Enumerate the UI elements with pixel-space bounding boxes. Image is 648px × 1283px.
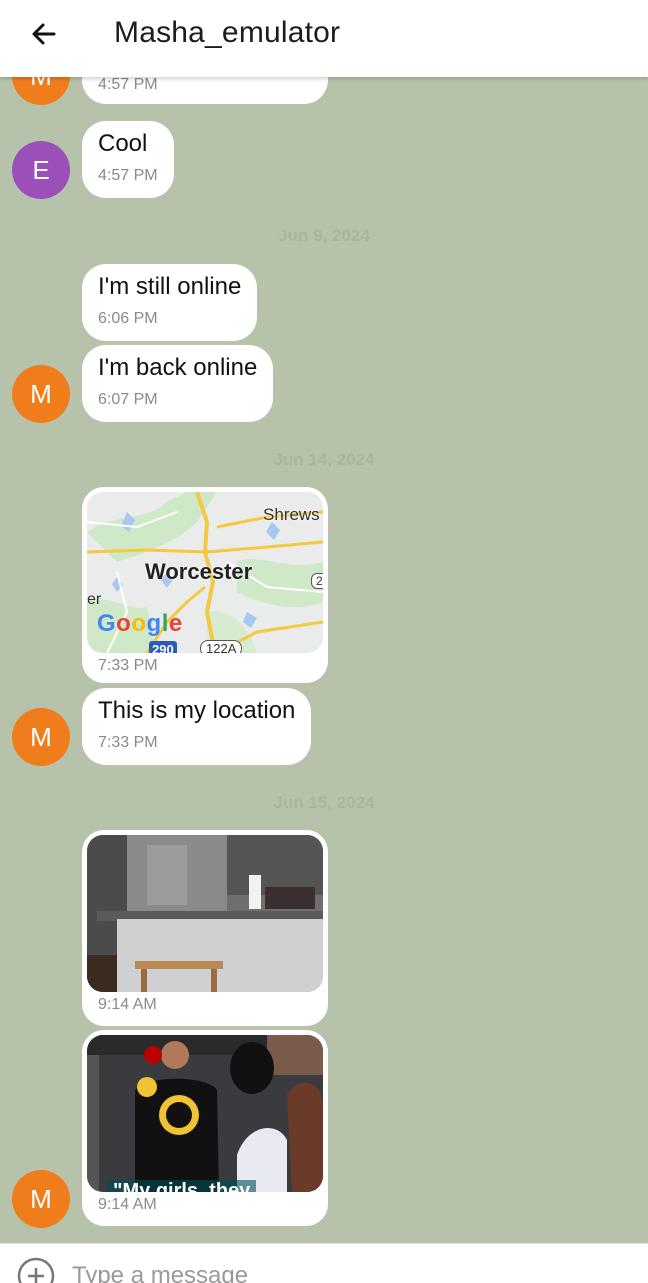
date-separator: Jun 15, 2024 [273, 793, 375, 812]
message-time: 4:57 PM [98, 167, 158, 184]
date-separator: Jun 9, 2024 [278, 226, 370, 245]
message-bubble[interactable]: This is my location 7:33 PM [82, 688, 312, 765]
arrow-left-icon[interactable] [26, 17, 62, 53]
message-bubble[interactable]: I'm back online 6:07 PM [82, 345, 274, 422]
video-thumbnail[interactable]: "My girls, they [87, 1035, 323, 1192]
route-shield: 290 [149, 641, 177, 653]
avatar[interactable]: M [12, 708, 70, 766]
route-shield: 122A [200, 640, 243, 653]
avatar[interactable]: M [12, 1170, 70, 1228]
message-bubble[interactable]: Cool 4:57 PM [82, 121, 174, 198]
message-text: This is my location [98, 697, 296, 724]
message-time: 7:33 PM [98, 657, 158, 674]
google-logo: Google [97, 610, 183, 637]
avatar[interactable]: M [12, 365, 70, 423]
message-time: 7:33 PM [98, 734, 158, 751]
map-city-label: Worcester [145, 559, 253, 584]
location-bubble[interactable]: Worcester Shrews er Google 290 122A 2 7:… [82, 487, 328, 683]
page-title: Masha_emulator [114, 16, 341, 49]
map-place-label: er [87, 591, 102, 608]
avatar[interactable]: E [12, 141, 70, 199]
message-text: I'm back online [98, 354, 258, 381]
video-bubble[interactable]: "My girls, they 9:14 AM [82, 1030, 328, 1226]
image-bubble[interactable]: 9:14 AM [82, 830, 328, 1026]
route-shield: 2 [311, 573, 323, 589]
message-time: 6:06 PM [98, 310, 158, 327]
message-text: Cool [98, 130, 148, 157]
plus-circle-icon[interactable] [16, 1256, 56, 1283]
message-bubble[interactable]: I'm still online 6:06 PM [82, 264, 258, 341]
app-bar: Masha_emulator [0, 0, 648, 77]
message-time: 9:14 AM [98, 996, 157, 1013]
photo-thumbnail[interactable] [87, 835, 323, 992]
map-preview[interactable]: Worcester Shrews er Google 290 122A 2 [87, 492, 323, 653]
message-composer [0, 1243, 648, 1283]
message-time: 9:14 AM [98, 1196, 157, 1213]
map-place-label: Shrews [263, 505, 320, 524]
message-text: I'm still online [98, 273, 242, 300]
message-time: 6:07 PM [98, 391, 158, 408]
date-separator: Jun 14, 2024 [273, 450, 375, 469]
video-caption: "My girls, they [107, 1180, 257, 1192]
kitchen-photo [87, 835, 323, 992]
message-time: 4:57 PM [98, 76, 158, 93]
boxing-video-frame [87, 1035, 323, 1192]
message-input[interactable] [72, 1262, 612, 1283]
chat-area[interactable]: 4:57 PM M Cool 4:57 PM E Jun 9, 2024 I'm… [0, 0, 648, 1243]
